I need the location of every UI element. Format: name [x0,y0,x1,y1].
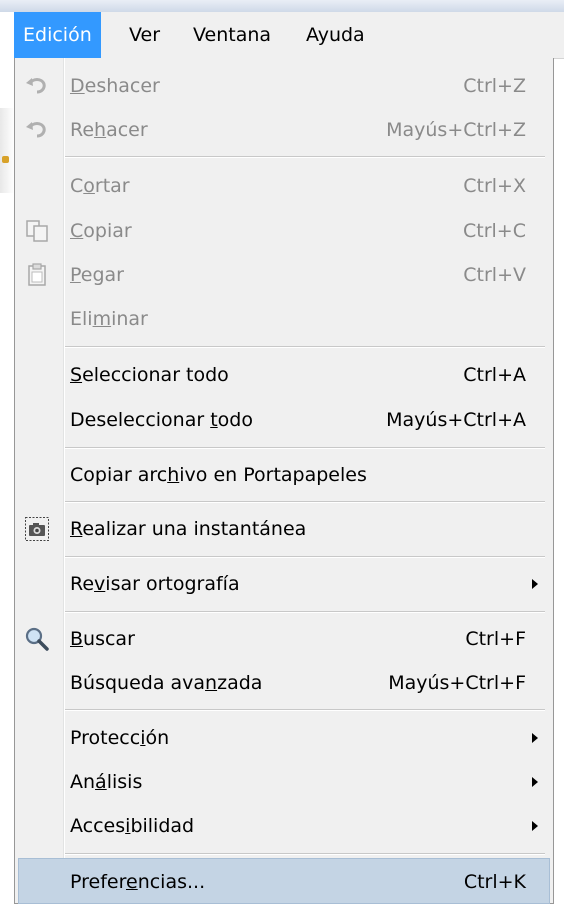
menu-item-shortcut: Mayús+Ctrl+F [388,672,526,694]
menu-item-cortar[interactable]: Cortar Ctrl+X [18,163,550,209]
menu-edicion[interactable]: Edición [14,12,101,58]
menu-item-deseleccionar-todo[interactable]: Deseleccionar todo Mayús+Ctrl+A [18,397,550,443]
menu-item-label: Copiar [70,220,132,242]
copy-icon [26,220,48,242]
paste-icon [28,263,46,286]
menu-item-label: Copiar archivo en Portapapeles [70,464,367,486]
menu-item-label: Revisar ortografía [70,573,240,595]
menu-item-eliminar[interactable]: Eliminar [18,296,550,342]
menu-item-realizar-instantanea[interactable]: Realizar una instantánea [18,506,550,552]
menu-item-label: Análisis [70,771,143,793]
menu-item-pegar[interactable]: Pegar Ctrl+V [18,252,550,298]
menu-item-label: Búsqueda avanzada [70,672,263,694]
menu-item-shortcut: Mayús+Ctrl+Z [386,119,526,141]
menu-item-accesibilidad[interactable]: Accesibilidad [18,803,550,849]
menu-item-label: Accesibilidad [70,815,195,837]
menu-item-label: Seleccionar todo [70,364,229,386]
menu-separator [65,346,545,348]
menu-item-shortcut: Ctrl+A [463,364,526,386]
submenu-arrow-icon [532,821,538,831]
menu-item-label: Cortar [70,175,130,197]
menu-item-shortcut: Ctrl+V [463,264,526,286]
menu-item-buscar[interactable]: Buscar Ctrl+F [18,616,550,662]
menu-item-deshacer[interactable]: Deshacer Ctrl+Z [18,63,550,109]
menu-item-label: Pegar [70,264,124,286]
undo-icon [26,78,46,94]
menu-item-label: Preferencias... [70,871,206,893]
menu-item-label: Deseleccionar todo [70,409,253,431]
menu-item-shortcut: Ctrl+X [463,175,526,197]
menu-separator [65,556,545,558]
menu-separator [65,709,545,711]
edit-dropdown-menu: Deshacer Ctrl+Z Rehacer Mayús+Ctrl+Z Cor… [14,58,554,904]
camera-icon [25,517,49,541]
menu-ver[interactable]: Ver [120,12,169,58]
menu-item-shortcut: Ctrl+K [463,871,526,893]
toolbar-icon [2,156,9,163]
menu-item-analisis[interactable]: Análisis [18,759,550,805]
menu-item-shortcut: Ctrl+C [463,220,526,242]
menu-item-label: Protección [70,727,170,749]
menu-item-label: Realizar una instantánea [70,518,307,540]
menu-item-preferencias[interactable]: Preferencias... Ctrl+K [18,858,550,904]
background-toolbar [0,108,15,193]
menu-separator [65,853,545,855]
menu-item-shortcut: Mayús+Ctrl+A [386,409,526,431]
menu-item-busqueda-avanzada[interactable]: Búsqueda avanzada Mayús+Ctrl+F [18,660,550,706]
background-window-edge [0,58,15,908]
menu-item-copiar[interactable]: Copiar Ctrl+C [18,208,550,254]
menu-item-revisar-ortografia[interactable]: Revisar ortografía [18,561,550,607]
search-icon [25,627,49,651]
submenu-arrow-icon [532,579,538,589]
submenu-arrow-icon [532,733,538,743]
menu-separator [65,611,545,613]
menu-separator [65,501,545,503]
menu-separator [65,447,545,449]
submenu-arrow-icon [532,777,538,787]
menu-item-label: Buscar [70,628,135,650]
menu-separator [65,156,545,158]
menu-item-shortcut: Ctrl+F [465,628,526,650]
menu-ventana[interactable]: Ventana [184,12,280,58]
window-title-strip [0,0,564,12]
menu-item-proteccion[interactable]: Protección [18,715,550,761]
menu-item-label: Eliminar [70,308,148,330]
menu-ayuda[interactable]: Ayuda [297,12,374,58]
menu-item-shortcut: Ctrl+Z [463,75,526,97]
menu-item-label: Deshacer [70,75,160,97]
menu-bar: Edición Ver Ventana Ayuda [14,12,564,59]
menu-item-label: Rehacer [70,119,148,141]
menu-item-copiar-archivo[interactable]: Copiar archivo en Portapapeles [18,452,550,498]
menu-item-seleccionar-todo[interactable]: Seleccionar todo Ctrl+A [18,352,550,398]
redo-icon [26,122,46,138]
menu-item-rehacer[interactable]: Rehacer Mayús+Ctrl+Z [18,107,550,153]
